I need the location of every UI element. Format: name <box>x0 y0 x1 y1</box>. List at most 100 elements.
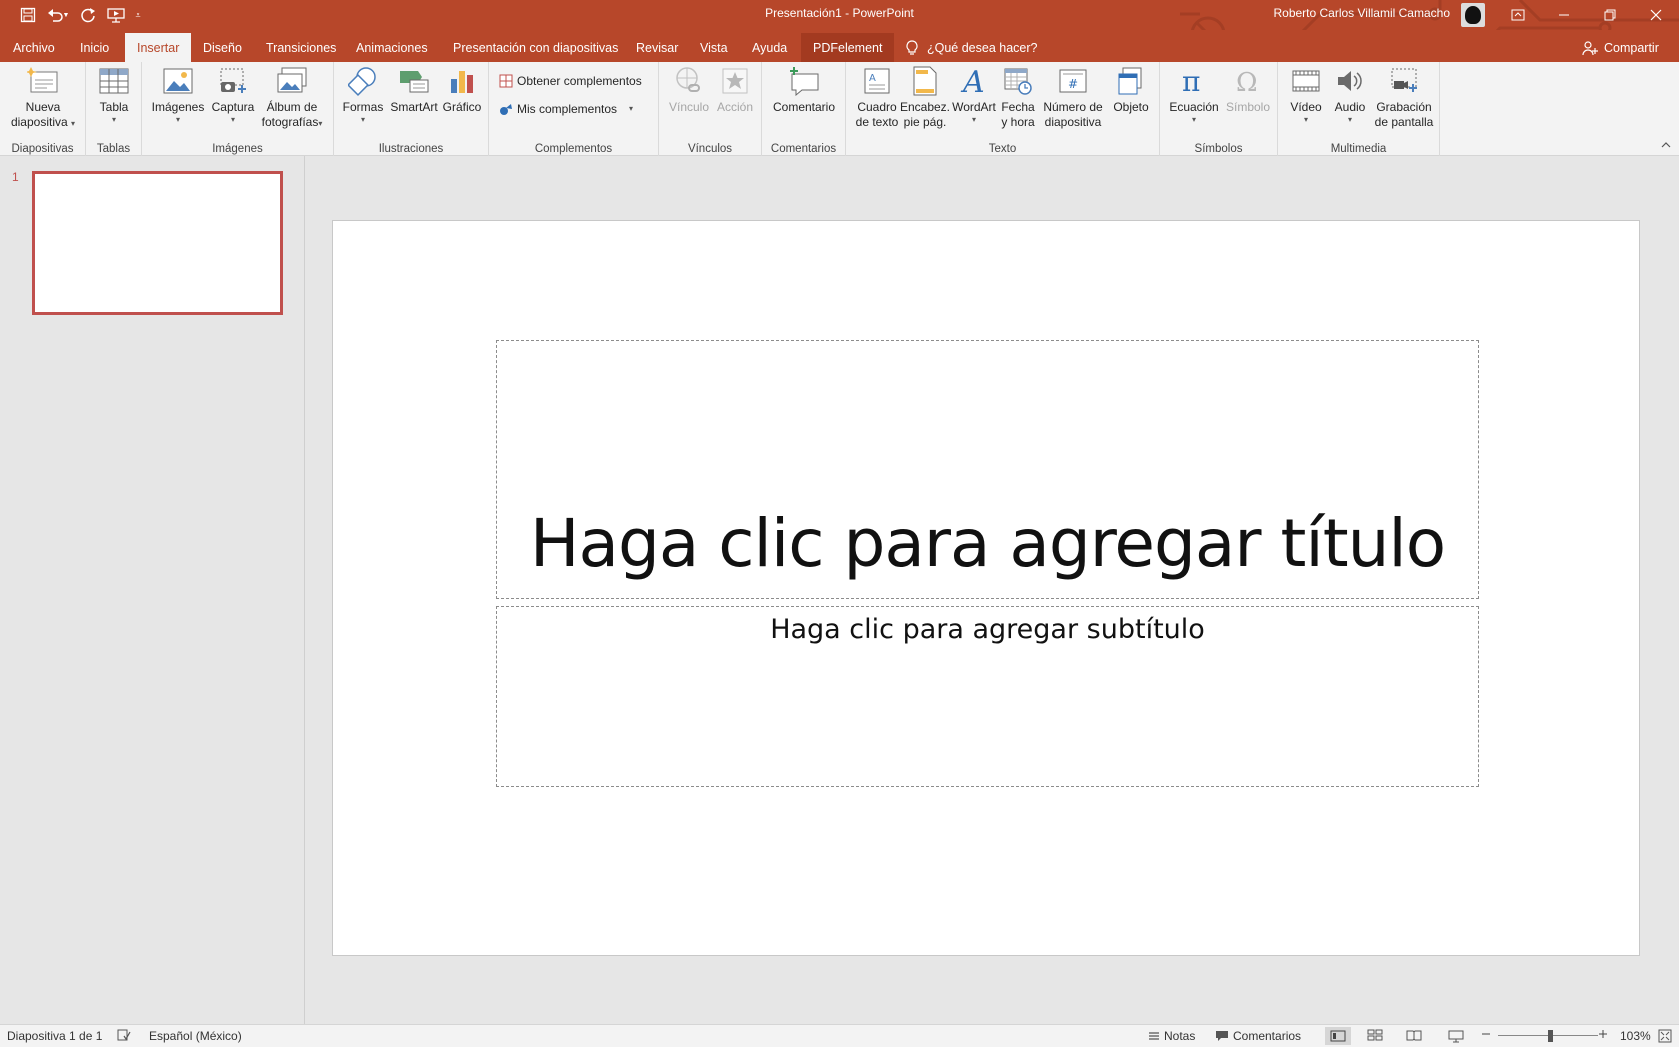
tab-revisar[interactable]: Revisar <box>624 33 690 62</box>
shapes-label: Formas <box>342 100 384 114</box>
group-multimedia: Vídeo ▾ Audio ▾ Grabación de pantalla Mu… <box>1278 62 1440 156</box>
smartart-icon <box>397 64 431 98</box>
tab-transiciones[interactable]: Transiciones <box>254 33 348 62</box>
symbol-button[interactable]: Ω Símbolo <box>1222 64 1274 115</box>
video-button[interactable]: Vídeo ▾ <box>1284 64 1328 125</box>
new-slide-button[interactable]: Nueva diapositiva ▾ <box>6 64 80 130</box>
svg-text:A: A <box>869 73 876 84</box>
smartart-button[interactable]: SmartArt <box>386 64 442 115</box>
slide-counter[interactable]: Diapositiva 1 de 1 <box>7 1029 102 1043</box>
ribbon-display-options-icon[interactable] <box>1495 0 1541 30</box>
calendar-icon <box>1001 64 1035 98</box>
equation-label: Ecuación <box>1169 100 1219 114</box>
shapes-button[interactable]: Formas ▾ <box>340 64 386 125</box>
link-icon <box>672 64 706 98</box>
object-button[interactable]: Objeto <box>1108 64 1154 115</box>
subtitle-placeholder[interactable]: Haga clic para agregar subtítulo <box>496 606 1479 787</box>
link-button[interactable]: Vínculo <box>665 64 713 115</box>
zoom-level[interactable]: 103% <box>1620 1029 1651 1043</box>
group-label-simbolos: Símbolos <box>1194 143 1243 155</box>
title-placeholder[interactable]: Haga clic para agregar título <box>496 340 1479 599</box>
slide-sorter-view-icon[interactable] <box>1367 1029 1383 1041</box>
tell-me-search[interactable]: ¿Qué desea hacer? <box>905 33 1038 62</box>
group-complementos: Obtener complementos Mis complementos ▾ … <box>489 62 659 156</box>
images-button[interactable]: Imágenes ▾ <box>152 64 204 125</box>
action-button[interactable]: Acción <box>713 64 757 115</box>
comments-button[interactable]: Comentarios <box>1215 1029 1301 1043</box>
date-time-label-2: y hora <box>1001 115 1035 129</box>
share-label: Compartir <box>1604 40 1659 55</box>
slide-number-label-1: Número de <box>1043 100 1103 114</box>
slide-number-label-2: diapositiva <box>1044 115 1102 129</box>
chart-button[interactable]: Gráfico <box>440 64 484 115</box>
tab-pdfelement[interactable]: PDFelement <box>801 33 895 62</box>
language-indicator[interactable]: Español (México) <box>149 1029 242 1043</box>
addins-icon <box>500 104 512 115</box>
zoom-slider-thumb[interactable] <box>1548 1030 1553 1042</box>
tab-insertar[interactable]: Insertar <box>125 33 192 62</box>
tab-vista[interactable]: Vista <box>688 33 740 62</box>
restore-icon[interactable] <box>1587 0 1633 30</box>
header-footer-button[interactable]: Encabez. pie pág. <box>900 64 950 130</box>
zoom-out-icon[interactable] <box>1481 1029 1491 1039</box>
reading-view-icon[interactable] <box>1406 1029 1422 1041</box>
spelling-check-icon[interactable] <box>117 1029 131 1041</box>
photo-album-button[interactable]: Álbum de fotografías▾ <box>254 64 330 130</box>
user-name[interactable]: Roberto Carlos Villamil Camacho <box>1230 6 1450 20</box>
group-vinculos: Vínculo Acción Vínculos <box>659 62 762 156</box>
customize-qat-icon[interactable]: ⩡ <box>130 4 146 26</box>
comment-button[interactable]: Comentario <box>766 64 842 115</box>
tab-ayuda[interactable]: Ayuda <box>740 33 799 62</box>
svg-text:π: π <box>1182 67 1200 95</box>
slide-canvas[interactable]: Haga clic para agregar título Haga clic … <box>332 220 1640 956</box>
tab-archivo[interactable]: Archivo <box>1 33 67 62</box>
my-addins-button[interactable]: Mis complementos ▾ <box>499 102 633 116</box>
tab-inicio[interactable]: Inicio <box>68 33 121 62</box>
audio-button[interactable]: Audio ▾ <box>1328 64 1372 125</box>
pi-icon: π <box>1177 64 1211 98</box>
tab-animaciones[interactable]: Animaciones <box>344 33 440 62</box>
wordart-button[interactable]: A WordArt ▾ <box>950 64 998 125</box>
fit-to-window-icon[interactable] <box>1658 1029 1672 1043</box>
slideshow-view-icon[interactable] <box>1448 1029 1464 1043</box>
slide-thumbnail[interactable] <box>32 171 283 315</box>
omega-icon: Ω <box>1231 64 1265 98</box>
get-addins-button[interactable]: Obtener complementos <box>499 74 642 88</box>
slide-number-button[interactable]: # Número de diapositiva <box>1038 64 1108 130</box>
close-icon[interactable] <box>1633 0 1679 30</box>
video-icon <box>1289 64 1323 98</box>
normal-view-button[interactable] <box>1325 1027 1351 1045</box>
minimize-icon[interactable] <box>1541 0 1587 30</box>
group-label-diapositivas: Diapositivas <box>11 143 74 155</box>
slide-thumbnails-pane: 1 <box>0 156 305 1024</box>
date-time-button[interactable]: Fecha y hora <box>998 64 1038 130</box>
tab-diseno[interactable]: Diseño <box>191 33 254 62</box>
equation-button[interactable]: π Ecuación ▾ <box>1166 64 1222 125</box>
presentation-from-start-icon[interactable] <box>104 4 128 26</box>
zoom-in-icon[interactable] <box>1598 1029 1608 1039</box>
avatar[interactable] <box>1461 3 1485 27</box>
share-button[interactable]: Compartir <box>1582 33 1659 62</box>
speaker-icon <box>1333 64 1367 98</box>
date-time-label-1: Fecha <box>1001 100 1035 114</box>
table-button[interactable]: Tabla ▾ <box>92 64 136 125</box>
header-footer-label-2: pie pág. <box>903 115 947 129</box>
screenshot-label: Captura <box>211 100 255 114</box>
screenshot-button[interactable]: Captura ▾ <box>208 64 258 125</box>
notes-button[interactable]: Notas <box>1148 1029 1195 1043</box>
collapse-ribbon-icon[interactable] <box>1658 138 1674 152</box>
screen-recording-icon <box>1387 64 1421 98</box>
status-bar: Diapositiva 1 de 1 Español (México) Nota… <box>0 1024 1679 1047</box>
screen-recording-button[interactable]: Grabación de pantalla <box>1372 64 1436 130</box>
group-label-multimedia: Multimedia <box>1330 143 1387 155</box>
slide-thumbnail-number: 1 <box>12 170 19 184</box>
new-slide-icon <box>26 64 60 98</box>
textbox-button[interactable]: A Cuadro de texto <box>854 64 900 130</box>
comments-icon <box>1216 1031 1228 1041</box>
new-slide-label-1: Nueva <box>25 100 61 114</box>
save-icon[interactable] <box>16 4 40 26</box>
undo-dropdown-icon[interactable]: ▼ <box>60 4 72 26</box>
tab-presentacion-con-diapositivas[interactable]: Presentación con diapositivas <box>441 33 630 62</box>
svg-text:Ω: Ω <box>1236 68 1258 95</box>
redo-icon[interactable] <box>76 4 100 26</box>
